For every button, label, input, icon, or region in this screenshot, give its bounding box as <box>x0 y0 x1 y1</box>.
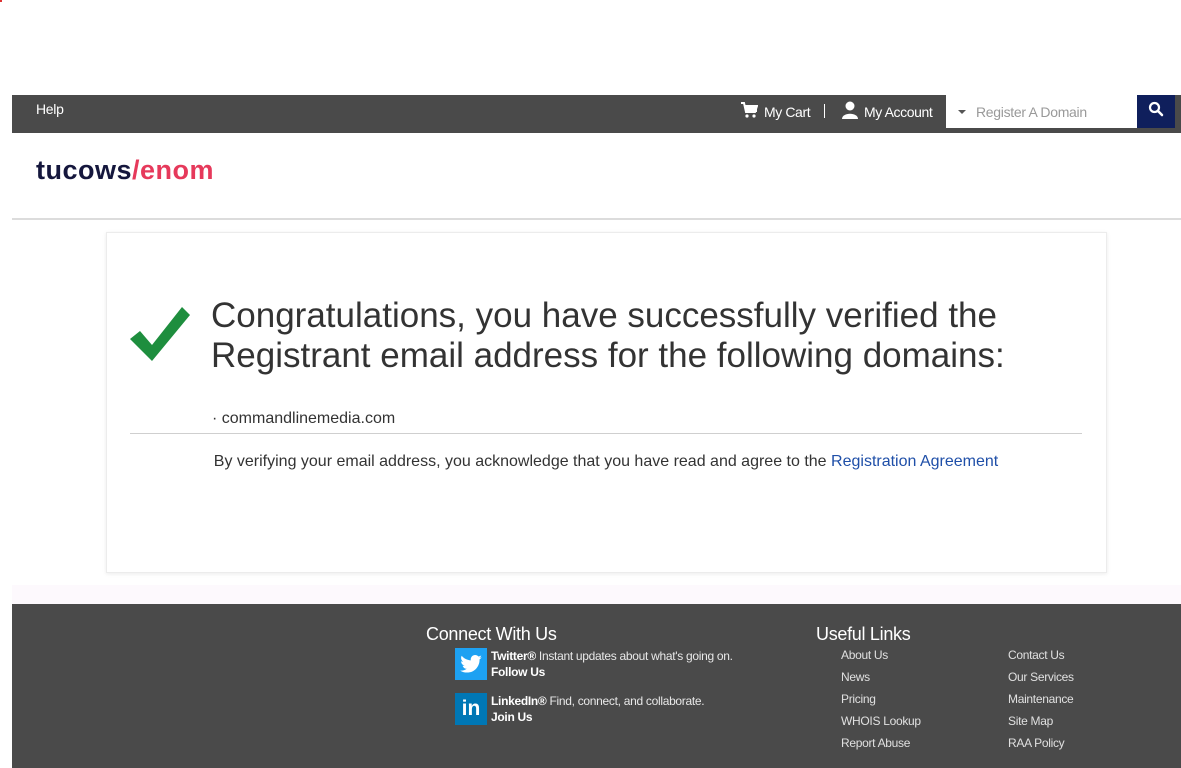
twitter-text: Twitter® Instant updates about what's go… <box>491 648 733 680</box>
twitter-item: Twitter® Instant updates about what's go… <box>455 648 733 680</box>
useful-links-heading: Useful Links <box>816 624 911 644</box>
twitter-name: Twitter® <box>491 649 536 663</box>
verified-domain-item: · commandlinemedia.com <box>212 410 396 427</box>
logo-part-tucows: tucows <box>36 155 133 185</box>
search-button[interactable] <box>1137 95 1175 128</box>
corner-marker <box>0 0 2 2</box>
footer-link-report-abuse[interactable]: Report Abuse <box>841 736 910 750</box>
footer-link-site-map[interactable]: Site Map <box>1008 714 1053 728</box>
verification-card <box>106 232 1107 573</box>
footer-link-about-us[interactable]: About Us <box>841 648 888 662</box>
domain-search-input[interactable] <box>976 103 1126 120</box>
help-link[interactable]: Help <box>36 101 64 117</box>
user-icon <box>840 100 860 120</box>
linkedin-item: in LinkedIn® Find, connect, and collabor… <box>455 693 705 725</box>
linkedin-icon[interactable]: in <box>455 693 487 725</box>
footer-link-pricing[interactable]: Pricing <box>841 692 876 706</box>
topbar-separator <box>824 104 825 118</box>
search-icon <box>1148 101 1164 122</box>
linkedin-description: Find, connect, and collaborate. <box>546 694 705 708</box>
card-divider <box>130 433 1082 434</box>
tucows-enom-logo[interactable]: tucows/enom <box>36 155 214 186</box>
twitter-icon[interactable] <box>455 648 487 680</box>
connect-heading: Connect With Us <box>426 624 557 644</box>
logo-slash: / <box>132 155 141 185</box>
header-divider <box>12 218 1181 220</box>
footer-link-news[interactable]: News <box>841 670 870 684</box>
domain-search-box <box>946 95 1137 128</box>
footer-link-contact-us[interactable]: Contact Us <box>1008 648 1065 662</box>
linkedin-text: LinkedIn® Find, connect, and collaborate… <box>491 693 705 725</box>
my-account-label: My Account <box>864 104 933 120</box>
registration-agreement-link[interactable]: Registration Agreement <box>831 453 998 470</box>
logo-part-enom: enom <box>140 155 215 185</box>
follow-us-link[interactable]: Follow Us <box>491 665 545 679</box>
checkmark-icon <box>128 303 192 370</box>
agreement-text: By verifying your email address, you ack… <box>213 453 832 470</box>
footer-link-whois-lookup[interactable]: WHOIS Lookup <box>841 714 921 728</box>
my-cart-link[interactable]: My Cart <box>740 100 811 120</box>
twitter-description: Instant updates about what's going on. <box>535 649 733 663</box>
footer-spacer <box>12 585 1181 604</box>
site-footer: Connect With Us Twitter® Instant updates… <box>12 604 1181 768</box>
join-us-link[interactable]: Join Us <box>491 710 533 724</box>
agreement-statement: By verifying your email address, you ack… <box>130 453 1082 471</box>
cart-icon <box>740 101 758 119</box>
footer-link-raa-policy[interactable]: RAA Policy <box>1008 736 1065 750</box>
footer-link-maintenance[interactable]: Maintenance <box>1008 692 1074 706</box>
my-account-link[interactable]: My Account <box>840 100 933 120</box>
page-title: Congratulations, you have successfully v… <box>211 296 1005 375</box>
chevron-down-icon[interactable] <box>958 109 966 114</box>
top-navigation-bar: Help My Cart My Account <box>12 95 1181 133</box>
my-cart-label: My Cart <box>764 104 811 120</box>
linkedin-name: LinkedIn® <box>491 694 547 708</box>
footer-link-our-services[interactable]: Our Services <box>1008 670 1074 684</box>
